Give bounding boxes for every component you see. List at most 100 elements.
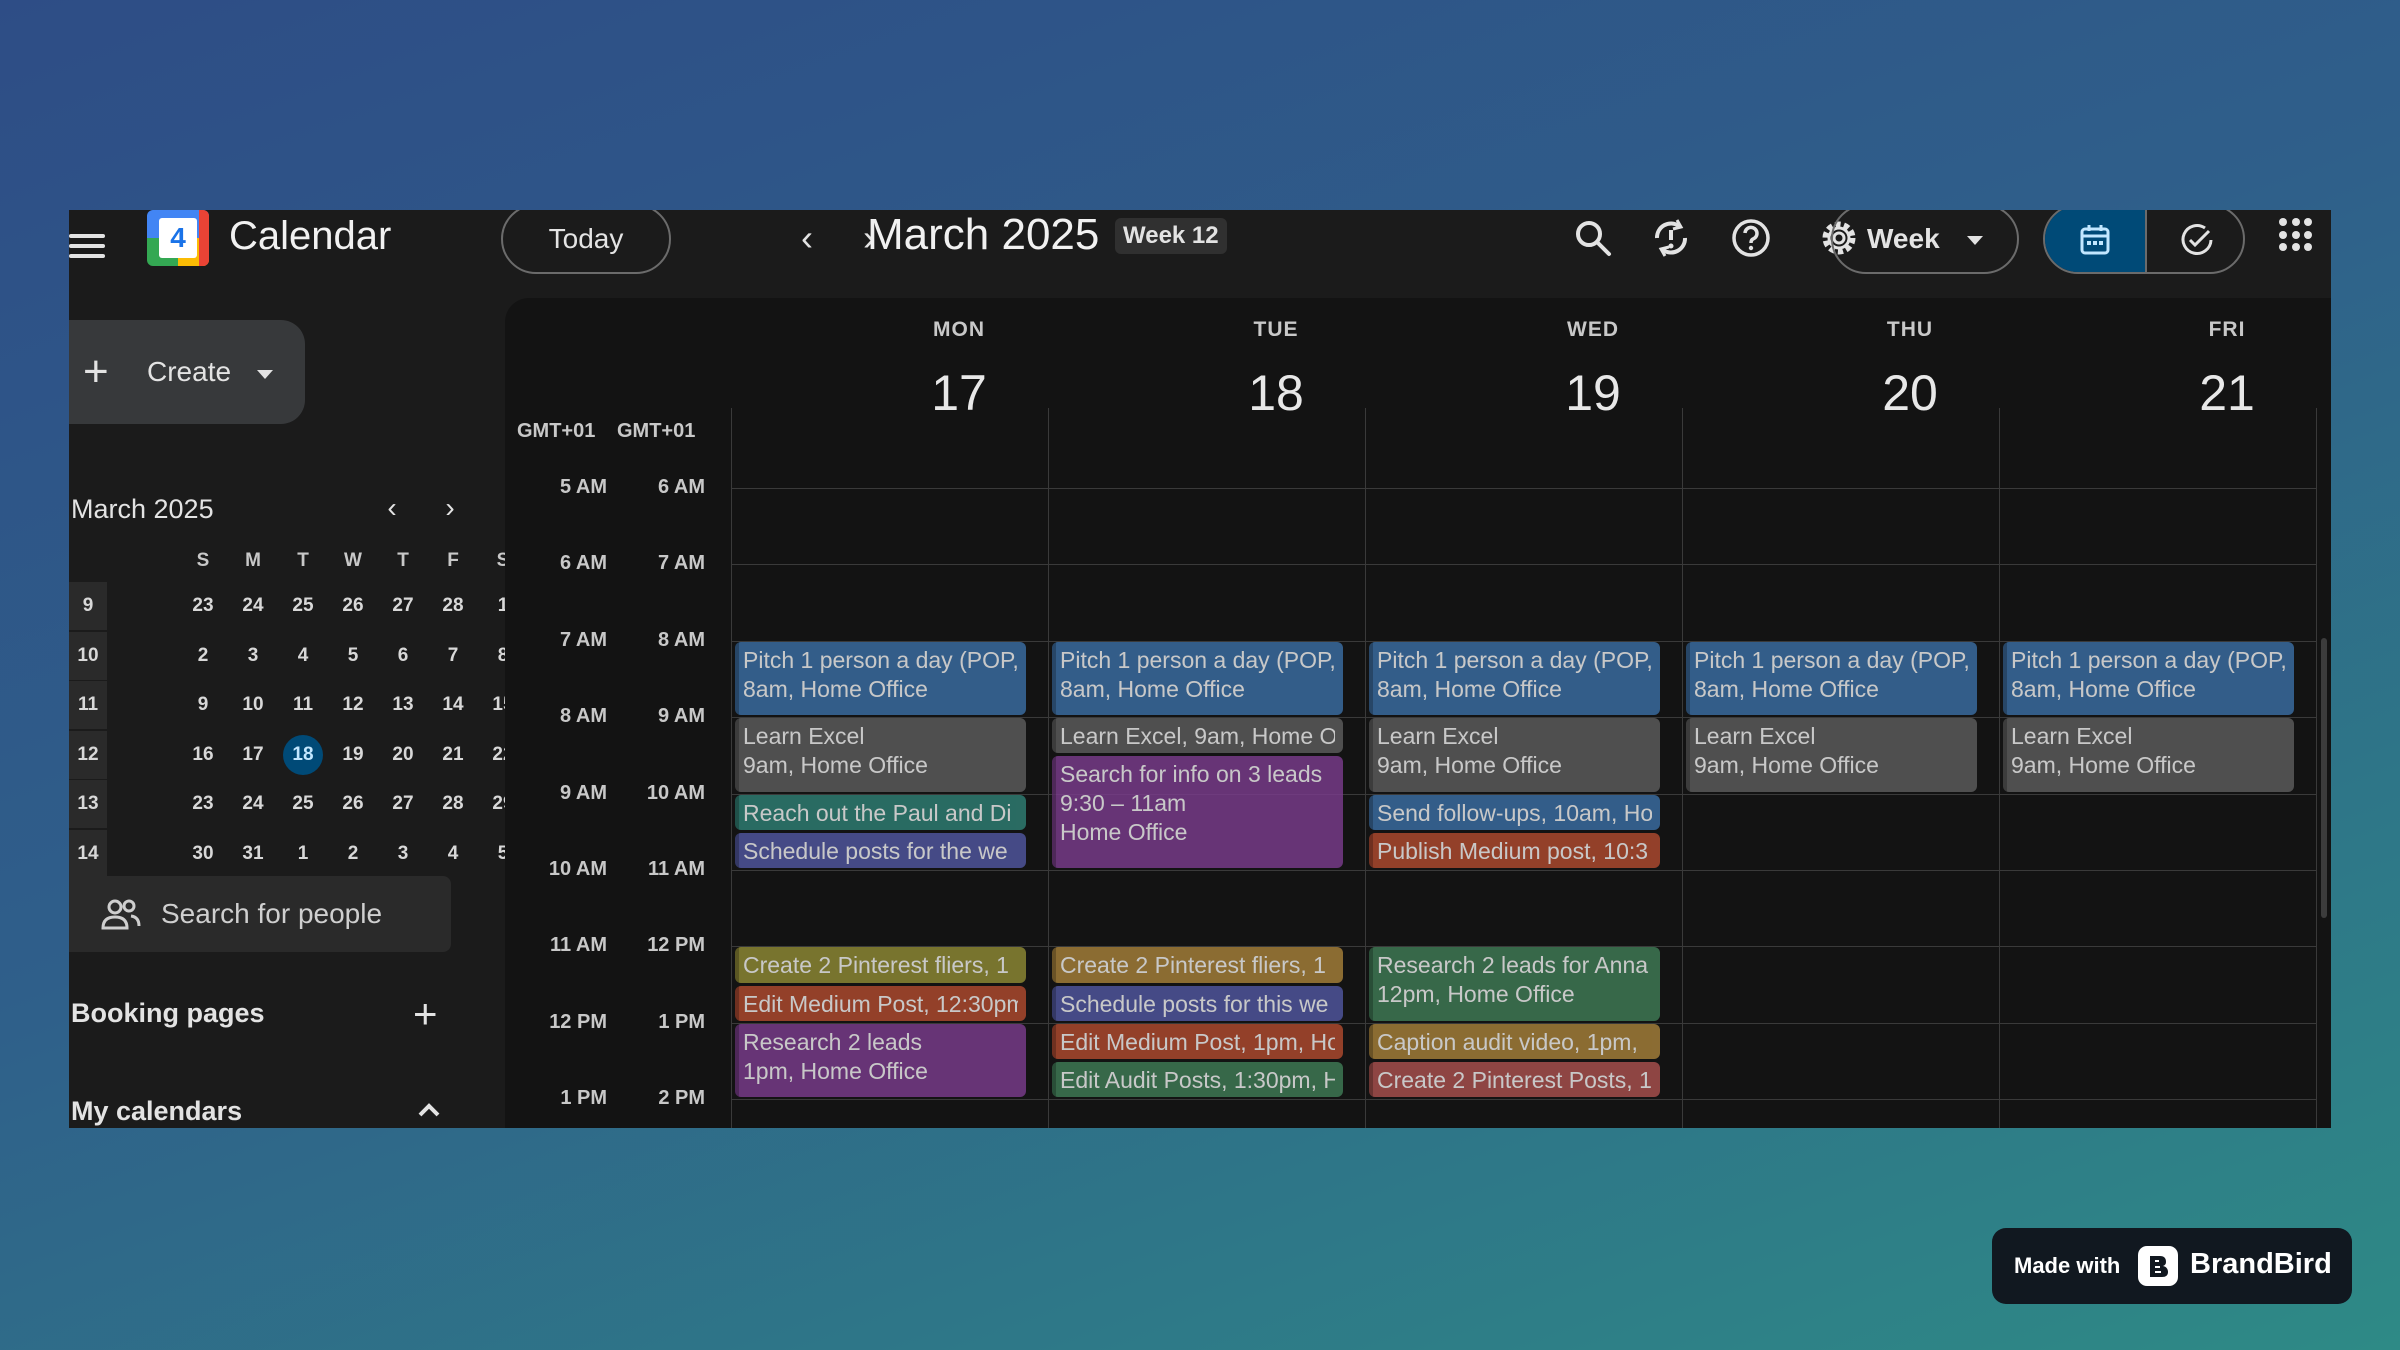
mini-day[interactable]: 18 (283, 734, 323, 775)
mini-day[interactable]: 19 (333, 735, 373, 775)
mini-day[interactable]: 27 (383, 586, 423, 626)
mini-day[interactable]: 26 (333, 784, 373, 824)
day-number[interactable]: 17 (801, 364, 1117, 422)
day-number[interactable]: 21 (2069, 364, 2331, 422)
mini-day[interactable]: 28 (433, 784, 473, 824)
create-button[interactable]: + Create (69, 320, 305, 424)
tasks-icon[interactable] (2179, 222, 2215, 258)
mini-day[interactable]: 24 (233, 586, 273, 626)
mini-week-number[interactable]: 11 (69, 681, 107, 730)
calendar-event[interactable]: Create 2 Pinterest Posts, 1 (1369, 1062, 1660, 1098)
mini-week-number[interactable]: 9 (69, 582, 107, 630)
mini-day[interactable]: 12 (333, 685, 373, 725)
mini-day[interactable]: 16 (183, 735, 223, 775)
day-number[interactable]: 19 (1435, 364, 1751, 422)
calendar-event[interactable]: Learn Excel, 9am, Home O (1052, 718, 1343, 754)
event-detail: 9am, Home Office (1694, 752, 1879, 779)
mini-day[interactable]: 14 (433, 685, 473, 725)
calendar-event[interactable]: Pitch 1 person a day (POP, 8am, Home Offi… (1369, 641, 1660, 716)
calendar-event[interactable]: Edit Audit Posts, 1:30pm, H (1052, 1062, 1343, 1098)
calendar-event[interactable]: Edit Medium Post, 1pm, Ho (1052, 1023, 1343, 1059)
offline-sync-icon[interactable] (1649, 216, 1693, 260)
calendar-view-toggle[interactable] (2045, 210, 2145, 272)
mini-day[interactable]: 30 (183, 834, 223, 874)
calendar-event[interactable]: Edit Medium Post, 12:30pm (735, 985, 1026, 1021)
calendar-event[interactable]: Schedule posts for the we (735, 832, 1026, 868)
help-icon[interactable] (1729, 216, 1773, 260)
mini-day[interactable]: 11 (283, 685, 323, 725)
mini-week-number[interactable]: 10 (69, 631, 107, 680)
calendar-event[interactable]: Send follow-ups, 10am, Ho (1369, 794, 1660, 830)
grid-scrollbar[interactable] (2321, 638, 2327, 918)
event-title: Send follow-ups, 10am, Ho (1377, 799, 1652, 826)
mini-day[interactable]: 23 (183, 586, 223, 626)
mini-week-number[interactable]: 13 (69, 780, 107, 829)
apps-grid-icon[interactable] (2279, 218, 2313, 252)
search-icon[interactable] (1571, 216, 1615, 260)
mini-day[interactable]: 5 (333, 636, 373, 676)
chevron-up-icon[interactable] (417, 1098, 441, 1122)
mini-day[interactable]: 13 (383, 685, 423, 725)
day-number[interactable]: 18 (1118, 364, 1434, 422)
made-with-label: Made with (2014, 1253, 2121, 1278)
calendar-event[interactable]: Reach out the Paul and Di (735, 794, 1026, 830)
mini-day[interactable]: 27 (383, 784, 423, 824)
mini-day[interactable]: 1 (283, 834, 323, 874)
today-button[interactable]: Today (501, 210, 671, 274)
mini-day[interactable]: 2 (333, 834, 373, 874)
mini-day[interactable]: 6 (383, 636, 423, 676)
calendar-event[interactable]: Learn Excel 9am, Home Office (2003, 718, 2294, 792)
calendar-event[interactable]: Pitch 1 person a day (POP, 8am, Home Offi… (1052, 641, 1343, 716)
brandbird-badge[interactable]: Made with BrandBird (1992, 1228, 2352, 1304)
calendar-event[interactable]: Learn Excel 9am, Home Office (1686, 718, 1977, 792)
calendar-event[interactable]: Pitch 1 person a day (POP, 8am, Home Offi… (2003, 641, 2294, 716)
mini-day[interactable]: 23 (183, 784, 223, 824)
mini-week-number[interactable]: 12 (69, 730, 107, 779)
mini-day[interactable]: 3 (383, 834, 423, 874)
my-calendars-title[interactable]: My calendars (71, 1096, 242, 1127)
mini-day[interactable]: 17 (233, 735, 273, 775)
mini-day[interactable]: 9 (183, 685, 223, 725)
calendar-event[interactable]: Create 2 Pinterest fliers, 1 (1052, 947, 1343, 983)
chevron-left-icon[interactable]: ‹ (377, 492, 407, 524)
calendar-event[interactable]: Pitch 1 person a day (POP, 8am, Home Offi… (1686, 641, 1977, 716)
mini-day[interactable]: 2 (183, 636, 223, 676)
mini-day[interactable]: 28 (433, 586, 473, 626)
calendar-event[interactable]: Learn Excel 9am, Home Office (1369, 718, 1660, 792)
calendar-event[interactable]: Research 2 leads 1pm, Home Office (735, 1023, 1026, 1098)
mini-day[interactable]: 3 (233, 636, 273, 676)
mini-day[interactable]: 24 (233, 784, 273, 824)
mini-day[interactable]: 20 (383, 735, 423, 775)
time-label: 5 AM (559, 476, 607, 498)
calendar-event[interactable]: Caption audit video, 1pm, (1369, 1023, 1660, 1059)
calendar-event[interactable]: Create 2 Pinterest fliers, 1 (735, 947, 1026, 983)
mini-day[interactable]: 4 (283, 636, 323, 676)
add-booking-page-icon[interactable]: + (413, 993, 438, 1035)
calendar-event[interactable]: Learn Excel 9am, Home Office (735, 718, 1026, 792)
mini-week-number[interactable]: 14 (69, 830, 107, 878)
time-label-secondary: 7 AM (657, 552, 705, 575)
mini-day[interactable]: 25 (283, 586, 323, 626)
calendar-event[interactable]: Search for info on 3 leads 9:30 – 11am Hom… (1052, 756, 1343, 868)
mini-day[interactable]: 26 (333, 586, 373, 626)
mini-day[interactable]: 25 (283, 784, 323, 824)
mini-day[interactable]: 4 (433, 834, 473, 874)
calendar-event[interactable]: Pitch 1 person a day (POP, 8am, Home Offi… (735, 641, 1026, 716)
day-number[interactable]: 20 (1752, 364, 2068, 422)
calendar-event[interactable]: Schedule posts for this we (1052, 985, 1343, 1021)
people-icon (101, 899, 141, 930)
main-menu-icon[interactable] (69, 228, 105, 264)
view-selector[interactable]: Week (1831, 210, 2019, 274)
time-label: 9 AM (559, 781, 607, 804)
chevron-left-icon[interactable]: ‹ (789, 218, 825, 258)
mini-day[interactable]: 7 (433, 636, 473, 676)
mini-day[interactable]: 10 (233, 685, 273, 725)
calendar-event[interactable]: Research 2 leads for Anna 12pm, Home Offi… (1369, 947, 1660, 1021)
chevron-right-icon[interactable]: › (435, 492, 465, 524)
search-people-field[interactable]: Search for people (69, 876, 451, 952)
calendar-event[interactable]: Publish Medium post, 10:3 (1369, 832, 1660, 868)
mini-day[interactable]: 31 (233, 834, 273, 874)
time-label: 11 AM (549, 934, 607, 957)
mini-day[interactable]: 21 (433, 735, 473, 775)
time-label: 7 AM (559, 628, 607, 651)
